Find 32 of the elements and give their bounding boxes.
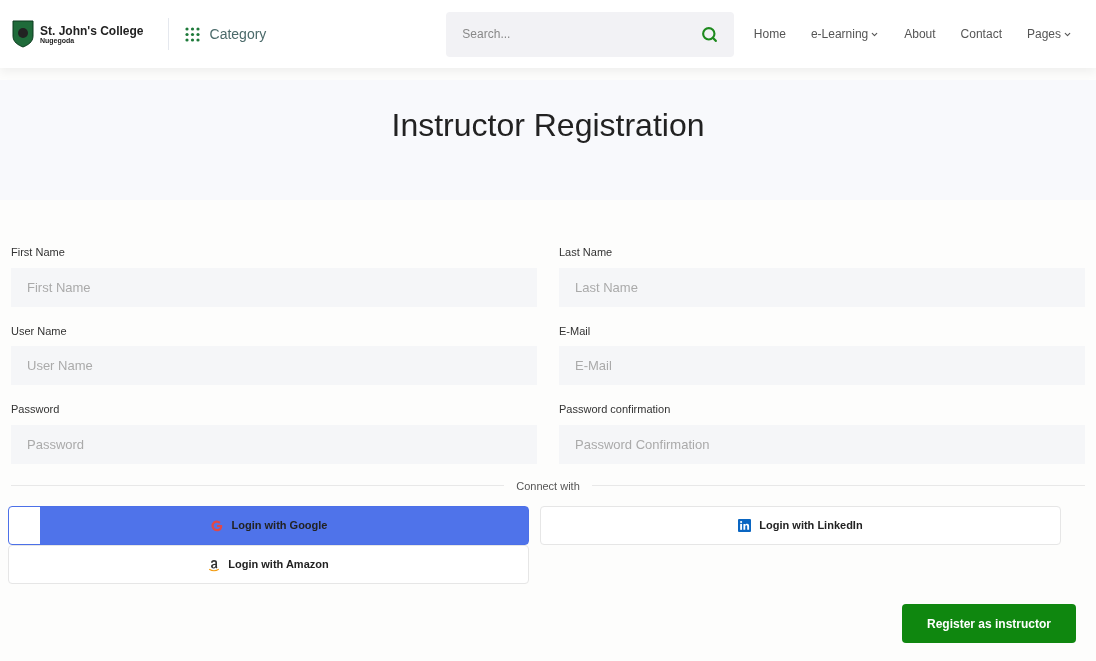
connect-with-label: Connect with [516,478,580,494]
field-label: Last Name [559,245,614,260]
crest-shield-icon [12,20,34,48]
social-login-button[interactable]: Login with Google [8,506,529,545]
nav-link[interactable]: e-Learning [810,25,880,43]
social-login-button[interactable]: Login with Amazon [8,545,529,584]
text-input[interactable]: Password Confirmation [559,424,1085,464]
text-input[interactable]: Password [11,424,537,464]
field-label: User Name [11,323,68,339]
text-input[interactable]: Last Name [559,267,1085,307]
search-field[interactable]: Search... [446,11,734,57]
category-button[interactable]: Category [184,23,267,45]
social-login-button[interactable]: Login with LinkedIn [540,506,1061,545]
amazon-icon [208,557,221,572]
text-input[interactable]: User Name [11,346,537,385]
page-title: Instructor Registration [391,106,705,145]
nav-link[interactable]: Home [753,25,786,43]
nav-link[interactable]: About [904,25,936,43]
text-input[interactable]: E-Mail [559,346,1085,385]
field-label: Password confirmation [559,402,672,417]
text-input[interactable]: First Name [11,267,537,307]
brand-name: St. John's College [40,24,144,37]
nav-link[interactable]: Contact [960,25,1002,43]
register-button[interactable]: Register as instructor [902,604,1076,643]
nav-link[interactable]: Pages [1026,25,1072,43]
search-icon[interactable] [700,25,718,43]
grid-dots-icon [184,26,200,42]
linkedin-icon [738,519,752,532]
field-label: Password [11,402,61,417]
field-label: First Name [11,245,66,260]
field-label: E-Mail [559,323,592,339]
google-g-icon [209,518,224,533]
